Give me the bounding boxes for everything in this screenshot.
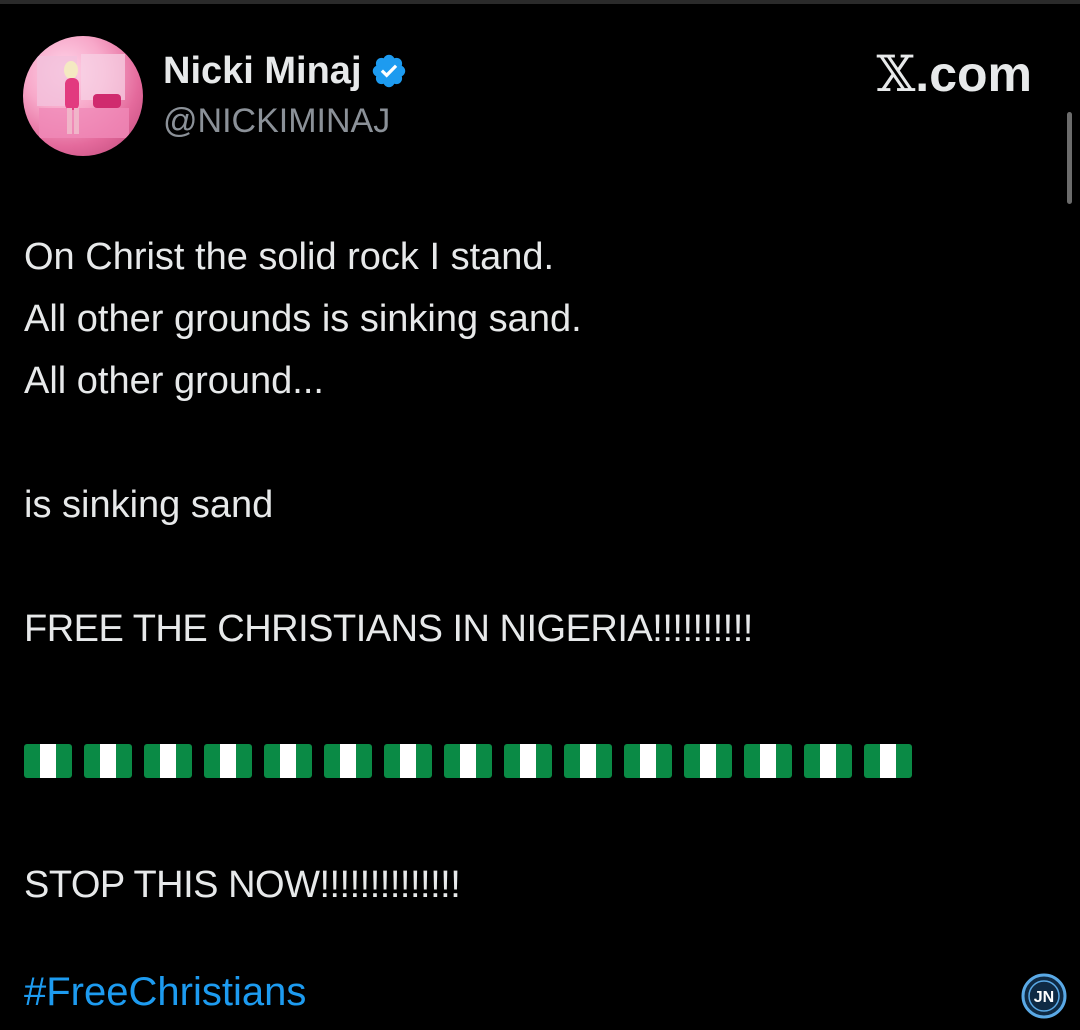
- nigeria-flag-icon: [504, 744, 552, 778]
- nigeria-flag-icon: [624, 744, 672, 778]
- post-line: All other ground...: [24, 360, 324, 402]
- nigeria-flag-icon: [24, 744, 72, 778]
- post-line: is sinking sand: [24, 484, 274, 526]
- post-line: On Christ the solid rock I stand.: [24, 236, 555, 278]
- top-divider: [0, 0, 1080, 4]
- nigeria-flag-icon: [384, 744, 432, 778]
- x-logo-icon: 𝕏: [876, 45, 916, 103]
- post-line: All other grounds is sinking sand.: [24, 298, 582, 340]
- author-display-name[interactable]: Nicki Minaj: [163, 48, 362, 94]
- nigeria-flag-icon: [744, 744, 792, 778]
- brand-suffix: .com: [915, 46, 1032, 102]
- scrollbar[interactable]: [1067, 112, 1072, 204]
- author-handle[interactable]: @NICKIMINAJ: [163, 100, 390, 142]
- post-body: On Christ the solid rock I stand. All ot…: [24, 226, 1024, 916]
- hashtag-link[interactable]: #FreeChristians: [24, 962, 306, 1022]
- nigeria-flag-icon: [204, 744, 252, 778]
- nigeria-flag-icon: [684, 744, 732, 778]
- flag-emoji-row: [24, 722, 1024, 792]
- x-com-logo: 𝕏.com: [877, 44, 1033, 104]
- jn-watermark-logo: JN: [1021, 973, 1067, 1019]
- watermark-text: JN: [1034, 989, 1054, 1006]
- nigeria-flag-icon: [444, 744, 492, 778]
- avatar[interactable]: [23, 36, 143, 156]
- nigeria-flag-icon: [84, 744, 132, 778]
- avatar-image: [37, 54, 129, 138]
- nigeria-flag-icon: [324, 744, 372, 778]
- verified-badge-icon: [372, 54, 405, 88]
- nigeria-flag-icon: [564, 744, 612, 778]
- post-line: STOP THIS NOW!!!!!!!!!!!!!!: [24, 864, 461, 906]
- nigeria-flag-icon: [804, 744, 852, 778]
- post-line: FREE THE CHRISTIANS IN NIGERIA!!!!!!!!!!: [24, 608, 753, 650]
- nigeria-flag-icon: [144, 744, 192, 778]
- author-name-row[interactable]: Nicki Minaj: [163, 48, 408, 94]
- nigeria-flag-icon: [864, 744, 912, 778]
- nigeria-flag-icon: [264, 744, 312, 778]
